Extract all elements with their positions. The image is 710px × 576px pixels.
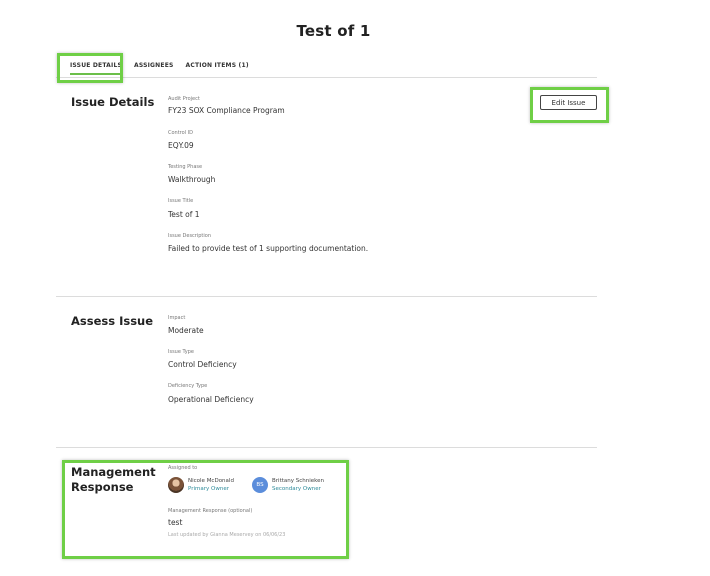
field-value-issue-type: Control Deficiency (168, 360, 237, 369)
edit-issue-button[interactable]: Edit Issue (540, 95, 597, 110)
tab-issue-details[interactable]: ISSUE DETAILS (64, 58, 128, 78)
field-label-testing-phase: Testing Phase (168, 164, 203, 170)
assignee-name: Brittany Schnieken (272, 478, 324, 484)
page-title: Test of 1 (296, 22, 371, 40)
field-label-control-id: Control ID (168, 130, 193, 136)
field-value-testing-phase: Walkthrough (168, 175, 216, 184)
assignee-role: Primary Owner (188, 486, 229, 492)
field-value-impact: Moderate (168, 326, 204, 335)
field-value-audit-project: FY23 SOX Compliance Program (168, 106, 285, 115)
tab-assignees[interactable]: ASSIGNEES (128, 58, 180, 78)
section-divider (56, 447, 597, 448)
field-value-deficiency-type: Operational Deficiency (168, 395, 254, 404)
tab-action-items[interactable]: ACTION ITEMS (1) (180, 58, 255, 78)
section-title-line: Response (71, 480, 134, 494)
last-updated-note: Last updated by Gianna Meservey on 06/06… (168, 532, 286, 538)
assignee-secondary[interactable]: BS Brittany Schnieken Secondary Owner (252, 477, 324, 493)
field-value-issue-description: Failed to provide test of 1 supporting d… (168, 244, 369, 253)
avatar-initials: BS (252, 477, 268, 493)
tabs-divider (56, 77, 597, 78)
field-label-management-response: Management Response (optional) (168, 508, 253, 514)
avatar (168, 477, 184, 493)
field-value-management-response: test (168, 518, 183, 527)
field-value-issue-title: Test of 1 (168, 210, 200, 219)
field-label-assigned-to: Assigned to (168, 465, 198, 471)
section-title-issue-details: Issue Details (71, 95, 155, 109)
section-title-management-response: Management Response (71, 465, 156, 495)
section-title-line: Management (71, 465, 156, 479)
section-divider (56, 296, 597, 297)
field-label-deficiency-type: Deficiency Type (168, 383, 208, 389)
field-label-impact: Impact (168, 315, 186, 321)
field-label-issue-description: Issue Description (168, 233, 211, 239)
assignee-name: Nicole McDonald (188, 478, 234, 484)
assignee-primary[interactable]: Nicole McDonald Primary Owner (168, 477, 234, 493)
field-value-control-id: EQY.09 (168, 141, 194, 150)
assignee-role: Secondary Owner (272, 486, 321, 492)
field-label-audit-project: Audit Project (168, 96, 200, 102)
section-title-assess-issue: Assess Issue (71, 314, 154, 328)
field-label-issue-title: Issue Title (168, 198, 194, 204)
tab-bar: ISSUE DETAILS ASSIGNEES ACTION ITEMS (1) (64, 58, 255, 78)
field-label-issue-type: Issue Type (168, 349, 195, 355)
